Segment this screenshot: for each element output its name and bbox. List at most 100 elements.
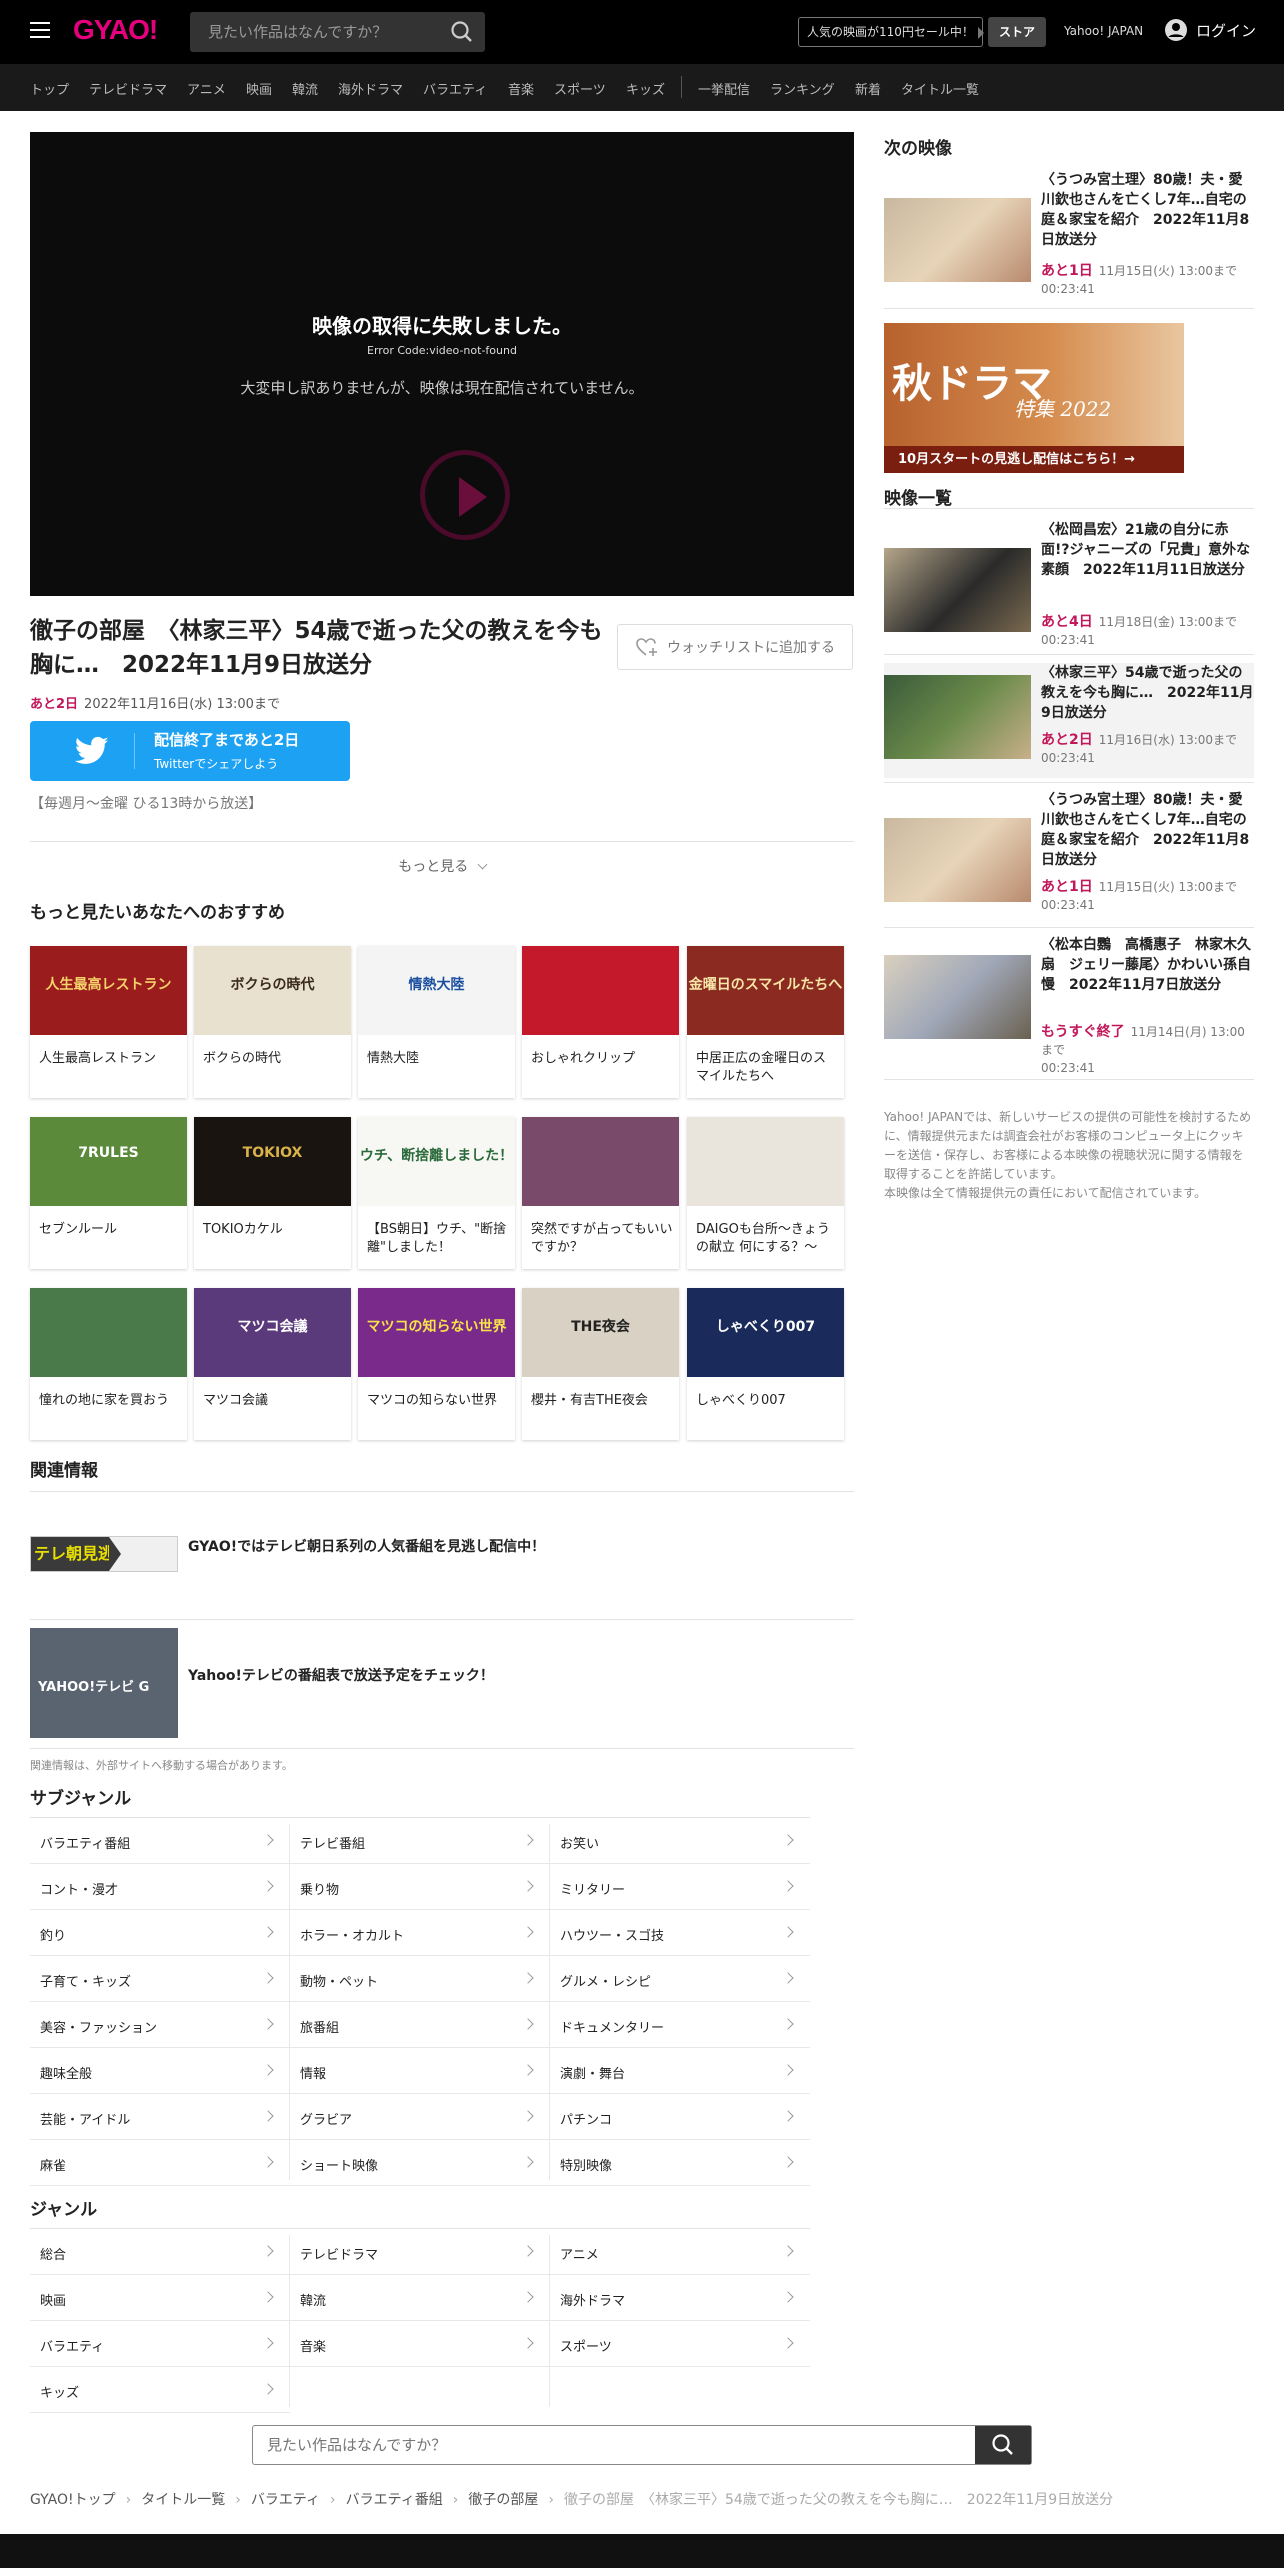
- subgenre-item[interactable]: 特別映像: [550, 2140, 810, 2186]
- recommend-card[interactable]: TOKIOX TOKIOカケル: [194, 1117, 351, 1269]
- breadcrumb-item[interactable]: バラエティ: [251, 2492, 320, 2508]
- subgenre-item[interactable]: 演劇・舞台: [550, 2048, 810, 2094]
- genre-item[interactable]: バラエティ: [30, 2321, 290, 2367]
- bottom-search-input[interactable]: [253, 2426, 975, 2464]
- subgenre-item[interactable]: ホラー・オカルト: [290, 1910, 550, 1956]
- play-icon[interactable]: [420, 450, 510, 540]
- nav-item-new[interactable]: 新着: [855, 79, 881, 98]
- gyao-logo[interactable]: GYAO!: [73, 14, 158, 46]
- nav-item-drama[interactable]: テレビドラマ: [89, 79, 167, 98]
- promo-link[interactable]: 人気の映画が110円セール中！: [798, 17, 984, 47]
- available-until: 11月15日(火) 13:00まで: [1098, 880, 1238, 894]
- tv-asahi-logo[interactable]: テレ朝見逃し: [30, 1536, 178, 1572]
- nav-item-variety[interactable]: バラエティ: [423, 79, 487, 98]
- nav-item-anime[interactable]: アニメ: [187, 79, 226, 98]
- nav-item-music[interactable]: 音楽: [508, 79, 534, 98]
- genre-item[interactable]: テレビドラマ: [290, 2229, 550, 2275]
- genre-item[interactable]: キッズ: [30, 2367, 290, 2413]
- subgenre-label: 演劇・舞台: [560, 2067, 626, 2082]
- genre-label: 総合: [40, 2248, 67, 2263]
- nav-item-binge[interactable]: 一挙配信: [698, 79, 750, 98]
- recommend-card[interactable]: ウチ、断捨離しました！ 【BS朝日】ウチ、"断捨離"しました！: [358, 1117, 515, 1269]
- subgenre-item[interactable]: テレビ番組: [290, 1818, 550, 1864]
- genre-item[interactable]: スポーツ: [550, 2321, 810, 2367]
- grid-divider: [549, 1824, 550, 2180]
- card-title: 人生最高レストラン: [39, 1051, 157, 1066]
- nav-item-movie[interactable]: 映画: [246, 79, 272, 98]
- autumn-drama-banner[interactable]: 秋ドラマ 特集 2022 10月スタートの見逃し配信はこちら！→: [884, 323, 1184, 473]
- subgenre-item[interactable]: 動物・ペット: [290, 1956, 550, 2002]
- breadcrumb-item[interactable]: バラエティ番組: [346, 2492, 443, 2508]
- menu-icon[interactable]: [30, 22, 50, 40]
- subgenre-item[interactable]: 芸能・アイドル: [30, 2094, 290, 2140]
- breadcrumb-item[interactable]: GYAO!トップ: [30, 2492, 116, 2508]
- subgenre-item[interactable]: 美容・ファッション: [30, 2002, 290, 2048]
- subgenre-item[interactable]: 旅番組: [290, 2002, 550, 2048]
- recommend-card[interactable]: しゃべくり007 しゃべくり007: [687, 1288, 844, 1440]
- breadcrumb-item[interactable]: タイトル一覧: [141, 2492, 225, 2508]
- recommend-card[interactable]: 金曜日のスマイルたちへ 中居正広の金曜日のスマイルたちへ: [687, 946, 844, 1098]
- video-list-item[interactable]: 〈林家三平〉54歳で逝った父の教えを今も胸に… 2022年11月9日放送分 あと2…: [884, 663, 1254, 778]
- nav-item-title-list[interactable]: タイトル一覧: [901, 79, 979, 98]
- logo-arrow: [109, 1537, 138, 1571]
- recommend-card[interactable]: 7RULES セブンルール: [30, 1117, 187, 1269]
- recommend-card[interactable]: 情熱大陸 情熱大陸: [358, 946, 515, 1098]
- recommend-card[interactable]: 憧れの地に家を買おう: [30, 1288, 187, 1440]
- nav-item-top[interactable]: トップ: [30, 79, 69, 98]
- recommend-card[interactable]: マツコの知らない世界 マツコの知らない世界: [358, 1288, 515, 1440]
- nav-item-sports[interactable]: スポーツ: [554, 79, 606, 98]
- genre-item[interactable]: アニメ: [550, 2229, 810, 2275]
- recommend-card[interactable]: マツコ会議 マツコ会議: [194, 1288, 351, 1440]
- genre-item[interactable]: 韓流: [290, 2275, 550, 2321]
- breadcrumb-item[interactable]: 徹子の部屋: [468, 2492, 538, 2508]
- recommend-card[interactable]: おしゃれクリップ: [522, 946, 679, 1098]
- related-link-yahoo-tv[interactable]: Yahoo!テレビの番組表で放送予定をチェック！: [188, 1665, 494, 1685]
- recommend-card[interactable]: 人生最高レストラン 人生最高レストラン: [30, 946, 187, 1098]
- genre-item[interactable]: 音楽: [290, 2321, 550, 2367]
- recommend-card[interactable]: ボクらの時代 ボクらの時代: [194, 946, 351, 1098]
- yahoo-tv-guide-logo[interactable]: YAHOO!テレビ G: [30, 1628, 178, 1738]
- subgenre-item[interactable]: ショート映像: [290, 2140, 550, 2186]
- subgenre-item[interactable]: コント・漫才: [30, 1864, 290, 1910]
- nav-item-ranking[interactable]: ランキング: [770, 79, 835, 98]
- subgenre-item[interactable]: 釣り: [30, 1910, 290, 1956]
- subgenre-item[interactable]: ミリタリー: [550, 1864, 810, 1910]
- twitter-share-button[interactable]: 配信終了まであと2日 Twitterでシェアしよう: [30, 721, 350, 781]
- next-video-item[interactable]: 〈うつみ宮土理〉80歳！夫・愛川欽也さんを亡くし7年…自宅の庭＆家宝を紹介 20…: [884, 170, 1254, 300]
- subgenre-item[interactable]: お笑い: [550, 1818, 810, 1864]
- video-list-item[interactable]: 〈松岡昌宏〉21歳の自分に赤面!?ジャニーズの「兄貴」意外な素顔 2022年11…: [884, 520, 1254, 650]
- subgenre-item[interactable]: 子育て・キッズ: [30, 1956, 290, 2002]
- subgenre-item[interactable]: グルメ・レシピ: [550, 1956, 810, 2002]
- more-button[interactable]: もっと見る: [30, 856, 854, 876]
- bottom-search-button[interactable]: [975, 2426, 1031, 2464]
- nav-item-kids[interactable]: キッズ: [626, 79, 665, 98]
- subgenre-item[interactable]: ハウツー・スゴ技: [550, 1910, 810, 1956]
- search-button[interactable]: [440, 12, 485, 52]
- subgenre-item[interactable]: 趣味全般: [30, 2048, 290, 2094]
- store-button[interactable]: ストア: [988, 17, 1047, 47]
- search-input[interactable]: [190, 12, 440, 52]
- genre-item[interactable]: 海外ドラマ: [550, 2275, 810, 2321]
- subgenre-item[interactable]: パチンコ: [550, 2094, 810, 2140]
- subgenre-item[interactable]: ドキュメンタリー: [550, 2002, 810, 2048]
- video-player[interactable]: 映像の取得に失敗しました。 Error Code:video-not-found…: [30, 132, 854, 596]
- video-list-item[interactable]: 〈うつみ宮土理〉80歳！夫・愛川欽也さんを亡くし7年…自宅の庭＆家宝を紹介 20…: [884, 790, 1254, 923]
- subgenre-item[interactable]: グラビア: [290, 2094, 550, 2140]
- subgenre-item[interactable]: バラエティ番組: [30, 1818, 290, 1864]
- nav-item-overseas-drama[interactable]: 海外ドラマ: [338, 79, 403, 98]
- recommend-card[interactable]: 突然ですが占ってもいいですか？: [522, 1117, 679, 1269]
- recommend-card[interactable]: DAIGOも台所～きょうの献立 何にする？～: [687, 1117, 844, 1269]
- login-label: ログイン: [1196, 21, 1257, 40]
- video-list-item[interactable]: 〈松本白鸚 高橋惠子 林家木久扇 ジェリー藤尾〉かわいい孫自慢 2022年11月…: [884, 935, 1254, 1075]
- related-link-tvasahi[interactable]: GYAO!ではテレビ朝日系列の人気番組を見逃し配信中！: [188, 1536, 545, 1556]
- subgenre-item[interactable]: 情報: [290, 2048, 550, 2094]
- genre-item[interactable]: 総合: [30, 2229, 290, 2275]
- nav-item-korean[interactable]: 韓流: [292, 79, 318, 98]
- recommend-card[interactable]: THE夜会 櫻井・有吉THE夜会: [522, 1288, 679, 1440]
- watchlist-button[interactable]: ウォッチリストに追加する: [617, 624, 853, 670]
- login-button[interactable]: ログイン: [1164, 18, 1256, 42]
- genre-item[interactable]: 映画: [30, 2275, 290, 2321]
- subgenre-item[interactable]: 麻雀: [30, 2140, 290, 2186]
- yahoo-japan-link[interactable]: Yahoo! JAPAN: [1064, 24, 1143, 38]
- subgenre-item[interactable]: 乗り物: [290, 1864, 550, 1910]
